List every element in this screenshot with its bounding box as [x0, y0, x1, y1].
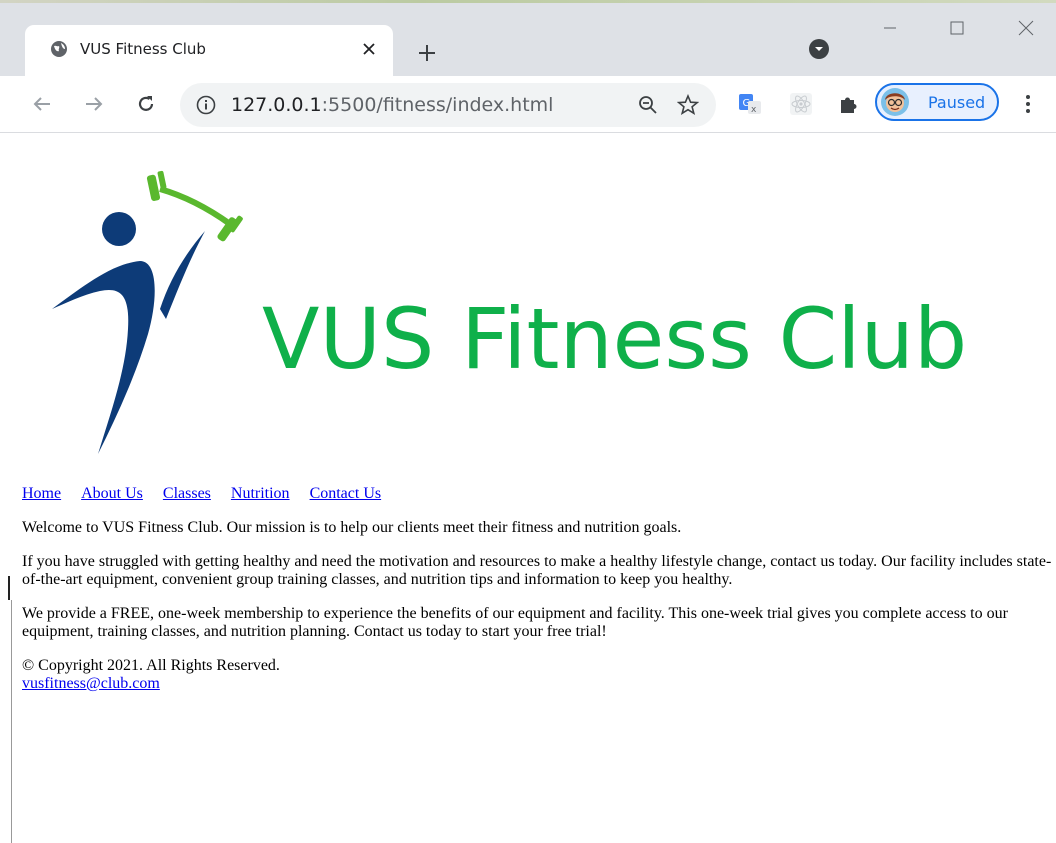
url-path: :5500/fitness/index.html — [321, 94, 554, 116]
star-icon[interactable] — [677, 94, 699, 116]
kebab-menu-icon[interactable] — [1018, 92, 1038, 116]
info-icon[interactable] — [196, 95, 216, 115]
nav-about-link[interactable]: About Us — [81, 485, 143, 502]
site-nav: Home About Us Classes Nutrition Contact Us — [22, 485, 1056, 503]
url-host: 127.0.0.1 — [231, 94, 322, 116]
browser-tab[interactable]: VUS Fitness Club — [25, 25, 393, 76]
minimize-icon — [884, 27, 896, 29]
fitness-figure-icon — [52, 170, 243, 454]
avatar-face-icon — [885, 93, 905, 112]
new-tab-button[interactable] — [414, 40, 440, 66]
reload-icon — [138, 96, 154, 111]
site-logo: VUS Fitness Club — [40, 169, 1050, 459]
profile-button[interactable]: Paused — [875, 83, 999, 121]
minimize-button[interactable] — [876, 14, 904, 42]
nav-nutrition-link[interactable]: Nutrition — [231, 485, 290, 502]
close-icon — [1018, 20, 1034, 36]
avatar — [881, 88, 909, 116]
puzzle-icon[interactable] — [837, 92, 861, 116]
copyright-text: © Copyright 2021. All Rights Reserved. — [22, 657, 280, 674]
logo-text: VUS Fitness Club — [262, 290, 968, 388]
maximize-icon — [950, 21, 964, 35]
nav-contact-link[interactable]: Contact Us — [310, 485, 382, 502]
maximize-button[interactable] — [943, 14, 971, 42]
react-icon[interactable] — [789, 92, 813, 116]
left-border-line — [11, 600, 12, 843]
nav-classes-link[interactable]: Classes — [163, 485, 211, 502]
nav-home-link[interactable]: Home — [22, 485, 61, 502]
forward-arrow-icon — [86, 97, 103, 111]
svg-text:x: x — [751, 105, 757, 115]
tab-close-button[interactable] — [358, 38, 380, 60]
reload-button[interactable] — [134, 92, 158, 116]
plus-icon — [419, 45, 435, 61]
globe-icon — [51, 41, 67, 57]
google-translate-icon[interactable]: G x — [738, 92, 762, 116]
email-link[interactable]: vusfitness@club.com — [22, 675, 160, 692]
tab-title: VUS Fitness Club — [80, 40, 206, 58]
forward-button[interactable] — [82, 92, 106, 116]
browser-titlebar: VUS Fitness Club — [0, 0, 1056, 76]
url-text[interactable]: 127.0.0.1:5500/fitness/index.html — [231, 94, 553, 116]
back-arrow-icon — [33, 97, 50, 111]
free-trial-paragraph: We provide a FREE, one-week membership t… — [22, 605, 1008, 640]
chevron-down-icon[interactable] — [808, 38, 830, 60]
address-bar[interactable]: 127.0.0.1:5500/fitness/index.html — [180, 83, 716, 127]
window-top-edge — [0, 0, 1056, 3]
browser-toolbar: 127.0.0.1:5500/fitness/index.html G x Pa… — [0, 76, 1056, 133]
motivation-paragraph: If you have struggled with getting healt… — [22, 553, 1052, 588]
left-edge-marker — [8, 576, 10, 600]
page-content: Home About Us Classes Nutrition Contact Us W… — [22, 485, 1056, 693]
close-icon — [363, 43, 375, 55]
profile-status: Paused — [928, 93, 986, 112]
footer: © Copyright 2021. All Rights Reserved. v… — [22, 657, 1056, 693]
welcome-paragraph: Welcome to VUS Fitness Club. Our mission… — [22, 519, 682, 536]
web-page: VUS Fitness Club Home About Us Classes Nutr… — [0, 133, 1056, 843]
window-close-button[interactable] — [1012, 14, 1040, 42]
back-button[interactable] — [30, 92, 54, 116]
zoom-out-icon[interactable] — [638, 95, 658, 115]
